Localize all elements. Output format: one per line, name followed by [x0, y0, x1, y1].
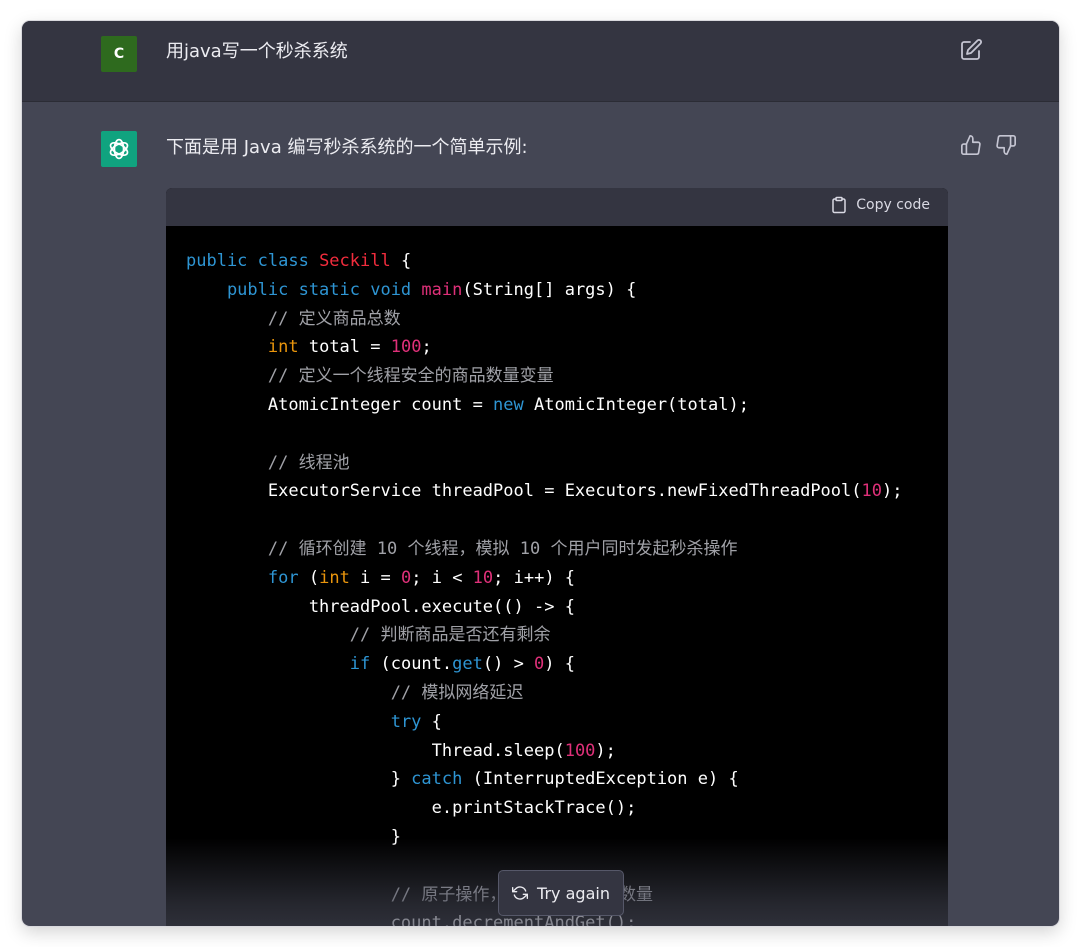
code-token: int	[267, 337, 299, 358]
code-line: AtomicInteger count = new AtomicInteger(…	[186, 391, 928, 420]
try-again-button[interactable]: Try again	[498, 870, 624, 916]
code-token: ; i <	[411, 567, 473, 588]
code-token: AtomicInteger(total);	[523, 394, 749, 415]
code-token: 100	[564, 740, 596, 761]
code-token: // 原子操作，	[186, 884, 507, 905]
user-avatar: C	[101, 36, 137, 72]
openai-logo-icon	[109, 138, 129, 160]
code-token: (count.	[370, 654, 453, 675]
thumb-up-icon[interactable]	[960, 134, 982, 156]
copy-code-button[interactable]: Copy code	[830, 196, 930, 214]
code-token: // 循环创建 10 个线程，模拟 10 个用户同时发起秒杀操作	[186, 538, 738, 559]
code-token: );	[882, 481, 903, 502]
code-token: Thread.sleep(	[186, 740, 565, 761]
code-line: for (int i = 0; i < 10; i++) {	[186, 564, 928, 593]
code-line: // 模拟网络延迟	[186, 679, 928, 708]
code-token: get	[452, 654, 483, 675]
code-token: {	[390, 251, 412, 271]
code-line: e.printStackTrace();	[186, 794, 928, 823]
code-line: ExecutorService threadPool = Executors.n…	[186, 477, 928, 506]
code-token: for	[267, 567, 299, 588]
chat-window: C 用java写一个秒杀系统 下面是用 Java 编写秒杀系统的一个简单示例:	[22, 21, 1059, 926]
code-token: 0	[401, 567, 412, 588]
assistant-avatar	[101, 131, 137, 167]
code-token: total =	[298, 337, 391, 358]
code-line: public class Seckill {	[186, 247, 928, 276]
code-token: catch	[411, 769, 463, 790]
assistant-intro-text: 下面是用 Java 编写秒杀系统的一个简单示例:	[166, 137, 528, 158]
code-token: public class	[186, 251, 320, 271]
copy-code-label: Copy code	[856, 197, 930, 213]
code-line: // 循环创建 10 个线程，模拟 10 个用户同时发起秒杀操作	[186, 535, 928, 564]
code-token: (String[] args) {	[462, 279, 637, 300]
thumb-down-icon[interactable]	[995, 134, 1017, 156]
code-token: i =	[349, 567, 401, 588]
code-token: ) {	[544, 654, 576, 675]
code-token: {	[421, 711, 442, 732]
code-token: }	[186, 826, 401, 847]
edit-icon[interactable]	[959, 38, 983, 62]
code-block-header: Copy code	[166, 188, 948, 226]
code-line: // 定义一个线程安全的商品数量变量	[186, 362, 928, 391]
code-token: e.printStackTrace();	[186, 798, 637, 819]
code-token: );	[595, 740, 616, 761]
user-message-text: 用java写一个秒杀系统	[166, 41, 348, 62]
code-token: ;	[421, 337, 432, 358]
code-line: }	[186, 823, 928, 852]
code-token: new	[493, 394, 524, 415]
code-token: // 定义一个线程安全的商品数量变量	[186, 366, 554, 387]
code-token: (	[298, 567, 320, 588]
code-line: public static void main(String[] args) {	[186, 276, 928, 305]
code-token: // 模拟网络延迟	[186, 682, 524, 703]
refresh-icon	[512, 886, 529, 900]
user-message-row: C 用java写一个秒杀系统	[22, 21, 1059, 102]
code-line: // 线程池	[186, 449, 928, 478]
code-line: threadPool.execute(() -> {	[186, 593, 928, 622]
clipboard-icon	[832, 196, 847, 214]
code-token: AtomicInteger count =	[186, 394, 494, 415]
code-token: main	[421, 279, 463, 300]
code-token: (InterruptedException e) {	[462, 769, 739, 790]
code-token: int	[319, 567, 350, 588]
code-token: () >	[482, 654, 535, 675]
code-line: Thread.sleep(100);	[186, 737, 928, 766]
code-line: try {	[186, 708, 928, 737]
code-token: 数量	[619, 884, 653, 905]
code-line: // 判断商品是否还有剩余	[186, 621, 928, 650]
code-token: 100	[390, 337, 422, 358]
code-token: ; i++) {	[493, 567, 576, 588]
code-line: } catch (InterruptedException e) {	[186, 765, 928, 794]
code-token: // 定义商品总数	[186, 308, 401, 329]
code-line: // 定义商品总数	[186, 305, 928, 334]
code-token: if	[349, 654, 371, 675]
code-token: public static void	[186, 279, 422, 300]
code-token: // 线程池	[186, 452, 350, 473]
code-token: ExecutorService threadPool = Executors.n…	[186, 481, 862, 502]
code-token: }	[186, 769, 412, 790]
code-token: 0	[534, 654, 545, 675]
code-line: if (count.get() > 0) {	[186, 650, 928, 679]
code-token: try	[390, 711, 422, 732]
code-token: threadPool.execute(() -> {	[186, 596, 575, 617]
code-line: int total = 100;	[186, 333, 928, 362]
try-again-label: Try again	[537, 883, 610, 903]
code-token: 10	[472, 567, 494, 588]
code-token: 10	[861, 481, 882, 502]
code-body: public class Seckill { public static voi…	[166, 226, 948, 926]
code-token: Seckill	[319, 251, 391, 271]
code-token: // 判断商品是否还有剩余	[186, 625, 551, 646]
code-block: Copy code public class Seckill { public …	[166, 188, 948, 926]
